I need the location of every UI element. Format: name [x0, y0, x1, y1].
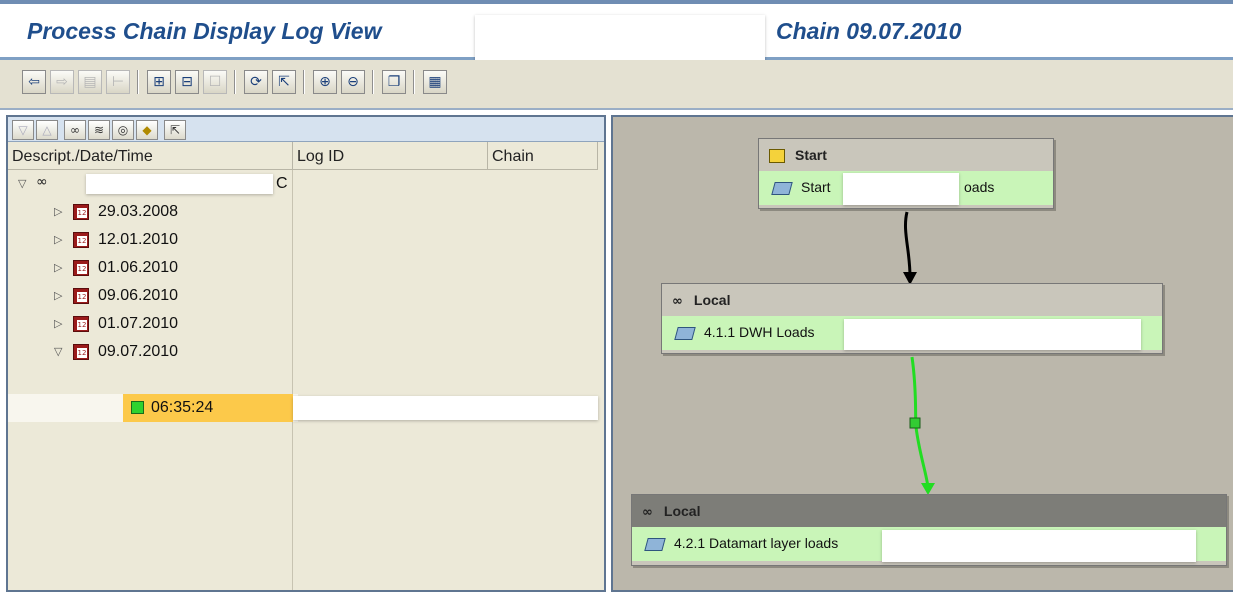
- refresh-icon[interactable]: ⟳: [244, 70, 268, 94]
- expanded-triangle-icon[interactable]: ▽: [18, 177, 26, 190]
- chain-diagram-pane: Start Start oads ∞ Local 4.1.1 DWH Loads…: [611, 115, 1233, 592]
- tree-root-row[interactable]: ▽ ∞ C: [8, 170, 604, 198]
- collapsed-triangle-icon[interactable]: ▷: [54, 233, 62, 246]
- start-node-header: Start: [795, 147, 827, 163]
- calendar-icon: [73, 344, 89, 360]
- zoom-in-icon[interactable]: ⊕: [313, 70, 337, 94]
- back-icon[interactable]: ⇦: [22, 70, 46, 94]
- chain-icon: ∞: [642, 505, 653, 520]
- chain-link-icon[interactable]: ∞: [64, 120, 86, 140]
- local-node-1-label: 4.1.1 DWH Loads: [704, 324, 815, 340]
- tree-icon[interactable]: ⊢: [106, 70, 130, 94]
- link-status-square: [909, 417, 921, 429]
- redacted-node-text: [844, 319, 1141, 350]
- local-node-2-label: 4.2.1 Datamart layer loads: [674, 535, 839, 551]
- title-bar: Process Chain Display Log View Chain 09.…: [0, 0, 1233, 67]
- time-label: 06:35:24: [151, 399, 214, 416]
- expanded-triangle-icon[interactable]: ▽: [54, 345, 62, 358]
- script-icon[interactable]: ☐: [203, 70, 227, 94]
- forward-icon[interactable]: ⇨: [50, 70, 74, 94]
- clock-icon: [769, 149, 785, 164]
- tree-toolbar: ▽ △ ∞ ≋ ◎ ◆ ⇱: [8, 117, 604, 142]
- date-label: 29.03.2008: [98, 203, 179, 220]
- redacted-node-text: [882, 530, 1196, 562]
- start-node-label: Start: [801, 179, 831, 195]
- start-node[interactable]: Start Start oads: [758, 138, 1054, 209]
- toolbar-separator: [413, 70, 415, 94]
- column-header-description[interactable]: Descript./Date/Time: [8, 142, 293, 170]
- collapsed-triangle-icon[interactable]: ▷: [54, 289, 62, 302]
- process-cube-icon: [674, 326, 696, 340]
- date-label: 09.07.2010: [98, 343, 179, 360]
- export-icon[interactable]: ⇱: [272, 70, 296, 94]
- date-label: 01.06.2010: [98, 259, 179, 276]
- redacted-log-id: [293, 396, 598, 420]
- overview-icon[interactable]: ⊞: [147, 70, 171, 94]
- tree-date-row[interactable]: ▷ 01.06.2010: [8, 254, 604, 282]
- chain-icon: ∞: [672, 294, 683, 309]
- zoom-out-icon[interactable]: ⊖: [341, 70, 365, 94]
- toolbar-separator: [372, 70, 374, 94]
- redacted-node-text: [843, 173, 959, 205]
- list-icon[interactable]: ▤: [78, 70, 102, 94]
- settings-icon[interactable]: ▦: [423, 70, 447, 94]
- tree-date-row[interactable]: ▽ 09.07.2010: [8, 338, 604, 366]
- redacted-chain-name: [86, 174, 273, 194]
- calendar-icon: [73, 260, 89, 276]
- date-label: 09.06.2010: [98, 287, 179, 304]
- collapsed-triangle-icon[interactable]: ▷: [54, 205, 62, 218]
- collapse-icon[interactable]: ▽: [12, 120, 34, 140]
- window-title: Process Chain Display Log View: [27, 18, 382, 44]
- local-node-1-header: Local: [693, 292, 731, 308]
- process-cube-icon: [644, 537, 666, 551]
- hierarchy-icon[interactable]: ⊟: [175, 70, 199, 94]
- tree-date-row[interactable]: ▷ 01.07.2010: [8, 310, 604, 338]
- tag-icon[interactable]: ◆: [136, 120, 158, 140]
- local-node-1[interactable]: ∞ Local 4.1.1 DWH Loads: [661, 283, 1163, 354]
- toolbar-separator: [137, 70, 139, 94]
- toolbar-separator: [303, 70, 305, 94]
- calendar-icon: [73, 288, 89, 304]
- toolbar-separator: [234, 70, 236, 94]
- detach-icon[interactable]: ⇱: [164, 120, 186, 140]
- column-header-chain[interactable]: Chain: [488, 142, 598, 170]
- tree-date-row[interactable]: ▷ 12.01.2010: [8, 226, 604, 254]
- application-toolbar: ⇦ ⇨ ▤ ⊢ ⊞ ⊟ ☐ ⟳ ⇱ ⊕ ⊖ ❐ ▦: [0, 60, 1233, 110]
- process-cube-icon: [771, 181, 793, 195]
- date-label: 01.07.2010: [98, 315, 179, 332]
- column-header-log-id[interactable]: Log ID: [293, 142, 488, 170]
- date-label: 12.01.2010: [98, 231, 179, 248]
- collapsed-triangle-icon[interactable]: ▷: [54, 261, 62, 274]
- local-node-2-header: Local: [663, 503, 701, 519]
- status-green-icon: [131, 401, 144, 414]
- table-row[interactable]: 06:35:24: [123, 394, 293, 422]
- tree-date-row[interactable]: ▷ 09.06.2010: [8, 282, 604, 310]
- start-node-label-suffix: oads: [964, 179, 995, 195]
- calendar-icon: [73, 204, 89, 220]
- filter-icon[interactable]: ≋: [88, 120, 110, 140]
- tree-date-row[interactable]: ▷ 29.03.2008: [8, 198, 604, 226]
- link-start-to-local: [903, 211, 912, 283]
- log-tree-pane: ▽ △ ∞ ≋ ◎ ◆ ⇱ Descript./Date/Time Log ID…: [6, 115, 606, 592]
- local-node-2[interactable]: ∞ Local 4.2.1 Datamart layer loads: [631, 494, 1227, 566]
- collapsed-triangle-icon[interactable]: ▷: [54, 317, 62, 330]
- calendar-icon: [73, 232, 89, 248]
- windows-icon[interactable]: ❐: [382, 70, 406, 94]
- calendar-icon: [73, 316, 89, 332]
- expand-icon[interactable]: △: [36, 120, 58, 140]
- root-suffix: C: [276, 175, 288, 192]
- target-icon[interactable]: ◎: [112, 120, 134, 140]
- window-title-suffix: Chain 09.07.2010: [776, 18, 962, 44]
- chain-icon: ∞: [36, 174, 48, 190]
